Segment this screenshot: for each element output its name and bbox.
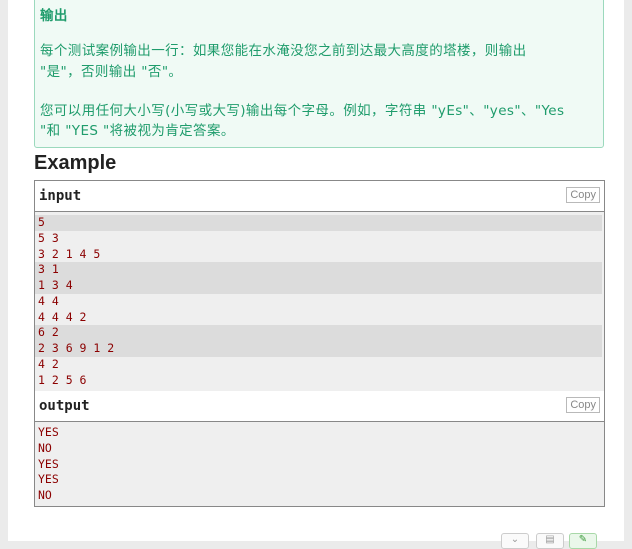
copy-output-button[interactable]: Copy [566, 397, 600, 413]
output-line: YES [38, 456, 59, 471]
input-line: 6 2 [35, 325, 602, 341]
sample-input-box: input Copy 55 33 2 1 4 53 11 3 44 44 4 4… [34, 180, 605, 393]
sample-output-header: output Copy [35, 391, 604, 422]
input-line: 5 3 [38, 230, 59, 245]
output-line: YES [38, 425, 59, 439]
input-line: 5 [35, 215, 602, 231]
input-line: 4 4 4 2 [38, 309, 87, 324]
copy-input-button[interactable]: Copy [566, 187, 600, 203]
input-line: 3 1 [35, 262, 602, 278]
input-line: 4 2 [38, 356, 59, 371]
edit-icon[interactable]: ✎ [569, 533, 597, 549]
case-note-line-1: 您可以用任何大小写(小写或大写)输出每个字母。例如，字符串 "yEs"、"yes… [40, 103, 565, 119]
input-line: 4 4 [38, 293, 59, 308]
translation-box: 输出 每个测试案例输出一行：如果您能在水淹没您之前到达最大高度的塔楼，则输出 "… [34, 0, 604, 148]
page-content: 输出 每个测试案例输出一行：如果您能在水淹没您之前到达最大高度的塔楼，则输出 "… [8, 0, 624, 549]
input-line: 3 2 1 4 5 [38, 246, 101, 261]
sample-input-label: input [39, 188, 82, 204]
sample-input-header: input Copy [35, 181, 604, 212]
output-line: NO [38, 488, 52, 502]
output-description-line-2: "是"，否则输出 "否"。 [40, 64, 183, 80]
expand-icon[interactable]: ⌄ [501, 533, 529, 549]
sample-output-label: output [39, 398, 90, 414]
output-heading: 输出 [40, 8, 68, 24]
input-line: 1 2 5 6 [38, 372, 87, 387]
output-description-line-1: 每个测试案例输出一行：如果您能在水淹没您之前到达最大高度的塔楼，则输出 [40, 43, 527, 59]
sample-output-box: output Copy YES NO YES YES NO [34, 391, 605, 507]
sample-input-lines[interactable]: 55 33 2 1 4 53 11 3 44 44 4 4 26 22 3 6 … [35, 212, 604, 390]
output-line: NO [38, 440, 52, 455]
input-line: 2 3 6 9 1 2 [35, 341, 602, 357]
example-title: Example [34, 152, 117, 174]
output-line: YES [38, 472, 59, 487]
sample-output-lines[interactable]: YES NO YES YES NO [35, 422, 604, 506]
input-line: 1 3 4 [35, 278, 602, 294]
clipboard-icon[interactable]: ▤ [536, 533, 564, 549]
case-note-line-2: "和 "YES "将被视为肯定答案。 [40, 123, 235, 139]
